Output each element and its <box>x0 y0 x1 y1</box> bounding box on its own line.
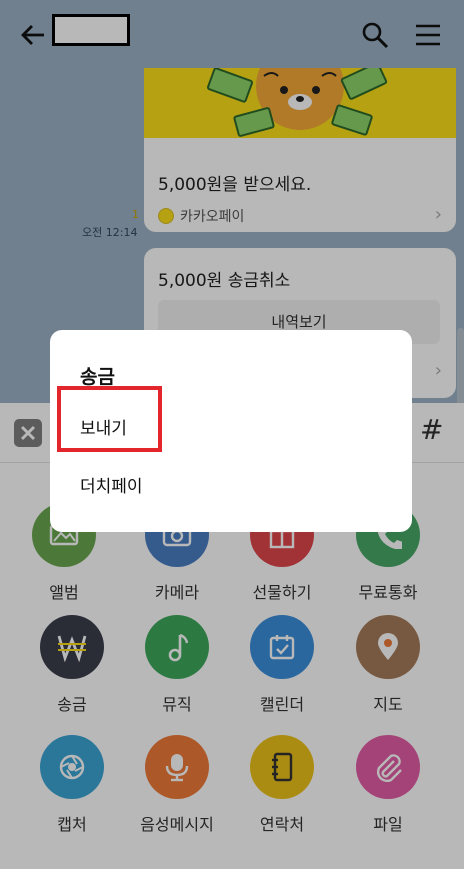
highlight-box <box>57 386 162 452</box>
dutch-pay-option[interactable]: 더치페이 <box>80 472 143 497</box>
dialog-title: 송금 <box>80 366 115 388</box>
